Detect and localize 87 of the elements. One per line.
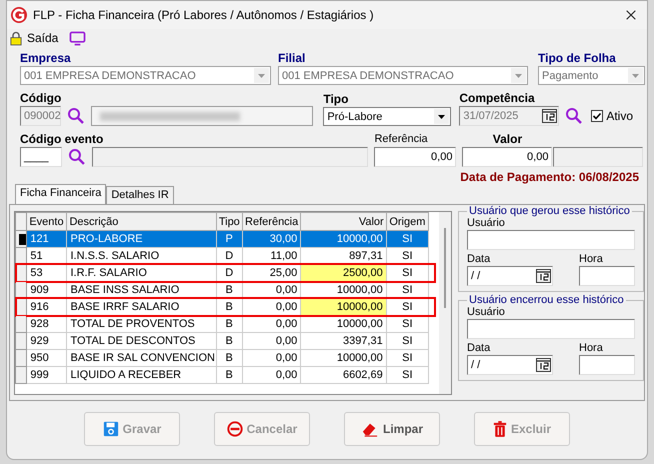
type-dropdown[interactable]: Pró-Labore [323,107,452,126]
action-button[interactable]: Limpar [344,412,440,446]
table-cell: 30,00 [242,230,301,248]
table-cell: SI [386,332,428,350]
monitor-icon[interactable] [69,30,86,46]
table-cell: TOTAL DE PROVENTOS [66,316,216,332]
user-field[interactable] [467,230,635,250]
table-cell: B [216,316,242,332]
scrollbar[interactable] [439,212,451,394]
logo-icon [10,6,28,24]
search-icon[interactable] [565,107,584,125]
payment-date: Data de Pagamento: 06/08/2025 [460,170,639,185]
field-label: Valor [492,132,522,147]
field-label: Tipo [323,92,348,107]
table-cell: 929 [26,332,67,350]
close-icon[interactable] [625,9,637,21]
column-header[interactable]: Valor [300,212,386,230]
table-cell: 10000,00 [300,298,386,316]
field-label: Usuário [467,217,506,230]
column-header[interactable]: Evento [26,212,67,230]
table-cell: BASE IR SAL CONVENCION [66,350,216,366]
table-cell: 950 [26,350,67,366]
time-field[interactable] [579,355,635,375]
table-cell: 10000,00 [300,230,386,248]
exit-label[interactable]: Saída [27,31,58,45]
group-title: Usuário que gerou esse histórico [468,205,631,217]
field-label: Código [20,91,62,106]
table-cell: 999 [26,366,67,384]
date-field[interactable]: / / [467,266,553,286]
table-cell: SI [386,316,428,332]
field-label: Código evento [20,132,104,147]
search-icon[interactable] [68,148,86,166]
field-label: Tipo de Folha [538,51,616,66]
padlock-icon[interactable] [10,30,22,46]
table-cell: P [216,230,242,248]
table-cell: 0,00 [242,366,301,384]
search-icon[interactable] [67,107,86,125]
column-header[interactable]: Descrição [66,212,216,230]
table-cell: 0,00 [242,332,301,350]
table-cell: 2500,00 [300,264,386,282]
table-cell: 6602,69 [300,366,386,384]
user-field[interactable] [467,319,635,339]
tab[interactable]: Detalhes IR [106,186,174,204]
field-label: Hora [579,342,603,355]
table-cell: SI [386,230,428,248]
time-field[interactable] [579,266,635,286]
field-label: Data [467,342,490,355]
calendar-icon[interactable] [536,358,551,372]
table-cell: 10000,00 [300,350,386,366]
reference-field[interactable]: 0,00 [374,147,456,167]
field-label: Competência [459,91,535,106]
column-header[interactable]: Origem [386,212,428,230]
field-label: Empresa [20,51,71,66]
checkbox-label[interactable]: Ativo [606,109,634,123]
table-cell: B [216,350,242,366]
table-cell: 10000,00 [300,316,386,332]
table-cell: 3397,31 [300,332,386,350]
event-code-field[interactable]: ____ [20,147,62,167]
calendar-icon[interactable] [536,269,551,283]
tab[interactable]: Ficha Financeira [15,184,106,204]
field-label: Referência [374,132,428,147]
trash-icon [492,421,507,437]
table-cell: LIQUIDO A RECEBER [66,366,216,384]
field-label: Filial [278,51,306,66]
table-cell: B [216,366,242,384]
field-label: Usuário [467,306,506,319]
column-header[interactable]: Tipo [216,212,242,230]
table-cell: 121 [26,230,67,248]
table-cell: SI [386,350,428,366]
date-field[interactable]: / / [467,355,553,375]
window-title: FLP - Ficha Financeira (Pró Labores / Autônomos / Estagiários ) [33,8,375,22]
table-cell: PRO-LABORE [66,230,216,248]
table-cell: B [216,332,242,350]
group-title: Usuário encerrou esse histórico [468,294,625,306]
field-label: Hora [579,253,603,266]
table-cell: TOTAL DE DESCONTOS [66,332,216,350]
checkbox[interactable] [591,110,604,122]
table-cell: 0,00 [242,350,301,366]
field-label: Data [467,253,490,266]
value-field[interactable]: 0,00 [462,147,552,167]
table-cell: 928 [26,316,67,332]
table-cell: SI [386,366,428,384]
current-row-marker [19,234,26,244]
eraser-icon [360,421,379,437]
column-header[interactable]: Referência [242,212,301,230]
prohibited-icon [226,421,243,437]
table-cell: 0,00 [242,316,301,332]
